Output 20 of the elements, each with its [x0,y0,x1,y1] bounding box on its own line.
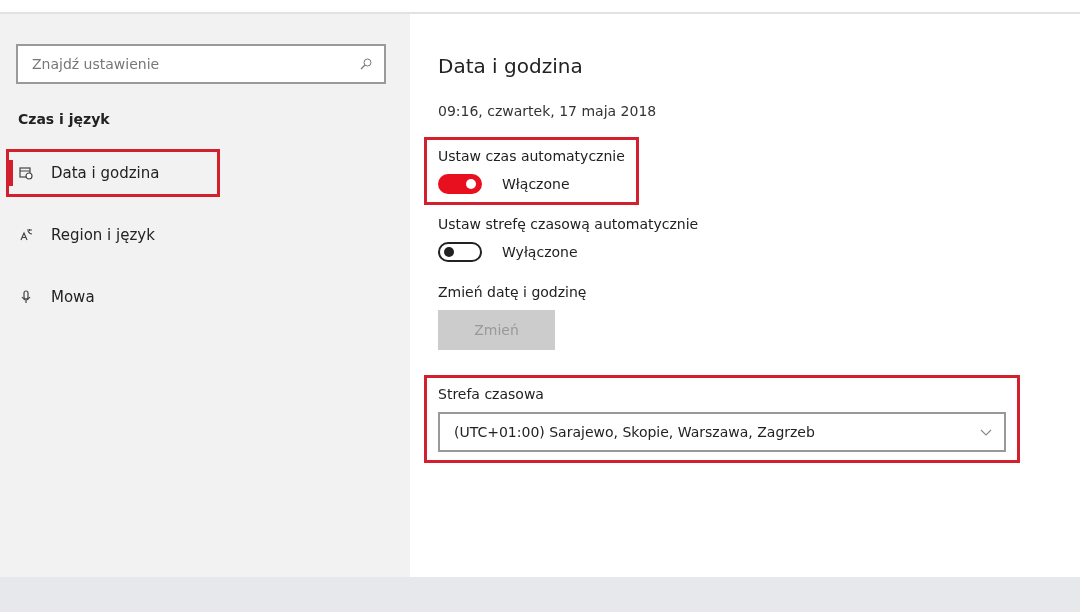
globe-language-icon [19,228,33,242]
timezone-dropdown[interactable]: (UTC+01:00) Sarajewo, Skopie, Warszawa, Zagrzeb [438,412,1006,452]
current-time: 09:16, czwartek, 17 maja 2018 [438,103,658,119]
setting-label: Zmień datę i godzinę [438,284,587,300]
setting-label: Ustaw czas automatycznie [438,148,625,164]
chevron-down-icon [980,428,992,436]
section-heading: Data i godzina [438,54,584,78]
search-icon [360,58,372,70]
toggle-switch[interactable] [438,174,482,194]
toggle-state: Wyłączone [502,244,578,260]
setting-label: Ustaw strefę czasową automatycznie [438,216,699,232]
sidebar-item[interactable]: Mowa [9,284,217,310]
section-title: Czas i język [18,111,111,127]
toggle-switch[interactable] [438,242,482,262]
microphone-icon [19,290,33,304]
toggle-state: Włączone [502,176,570,192]
sidebar-item[interactable]: Region i język [9,222,217,248]
search-field[interactable]: Znajdź ustawienie [16,44,386,84]
calendar-clock-icon [19,166,33,180]
setting-label: Strefa czasowa [438,386,545,402]
